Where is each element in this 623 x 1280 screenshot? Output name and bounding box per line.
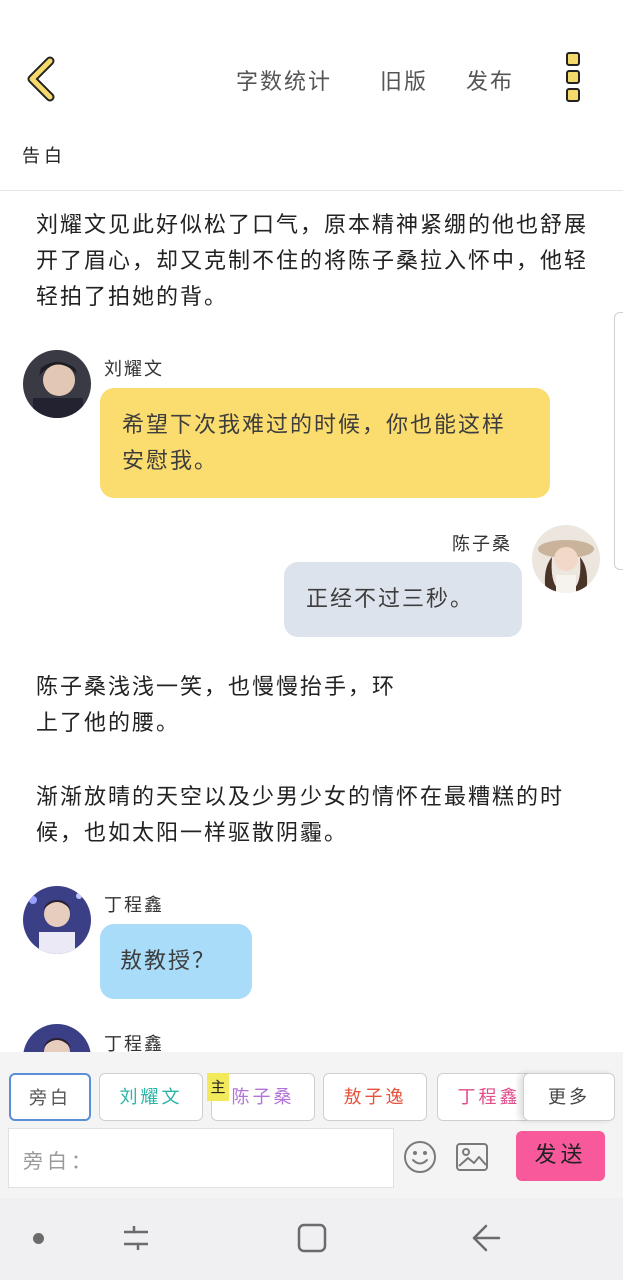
- narration-line: 上了他的腰。: [36, 711, 181, 736]
- input-placeholder: 旁白：: [23, 1149, 95, 1173]
- chat-bubble[interactable]: 敖教授？: [100, 924, 252, 999]
- document-title: 告白: [22, 146, 66, 167]
- back-button[interactable]: [22, 55, 62, 103]
- old-version-button[interactable]: 旧版: [380, 64, 428, 96]
- back-nav-icon[interactable]: [470, 1222, 502, 1254]
- chat-bubble[interactable]: 正经不过三秒。: [284, 562, 522, 637]
- divider: [0, 190, 623, 191]
- emoji-icon[interactable]: [403, 1140, 437, 1174]
- narration-paragraph: 渐渐放晴的天空以及少男少女的情怀在最糟糕的时候，也如太阳一样驱散阴霾。: [36, 785, 565, 846]
- avatar[interactable]: [532, 525, 600, 593]
- role-chip-narrator[interactable]: 旁白: [9, 1073, 91, 1121]
- message-input[interactable]: 旁白：: [8, 1128, 394, 1188]
- narration-line: 陈子桑浅浅一笑，也慢慢抬手，环: [36, 675, 397, 700]
- chevron-left-icon: [27, 56, 55, 102]
- sender-name: 刘耀文: [104, 359, 164, 380]
- chat-bubble[interactable]: 希望下次我难过的时候，你也能这样安慰我。: [100, 388, 550, 498]
- scroll-handle[interactable]: [614, 312, 623, 570]
- avatar[interactable]: [23, 350, 91, 418]
- send-button[interactable]: 发送: [516, 1131, 605, 1181]
- sender-name: 丁程鑫: [104, 895, 164, 916]
- role-chip-liu-yaowen[interactable]: 刘耀文: [99, 1073, 203, 1121]
- role-chip-ao-ziyi[interactable]: 敖子逸: [323, 1073, 427, 1121]
- narration-paragraph: 刘耀文见此好似松了口气，原本精神紧绷的他也舒展开了眉心，却又克制不住的将陈子桑拉…: [36, 213, 589, 310]
- main-role-badge: 主: [207, 1073, 229, 1101]
- avatar-photo: [23, 886, 91, 954]
- avatar[interactable]: [23, 886, 91, 954]
- sender-name: 陈子桑: [452, 534, 512, 555]
- image-icon[interactable]: [455, 1141, 489, 1173]
- home-icon[interactable]: [296, 1222, 328, 1254]
- avatar-photo: [532, 525, 600, 593]
- publish-button[interactable]: 发布: [466, 64, 514, 96]
- recent-apps-icon[interactable]: [120, 1222, 152, 1254]
- more-roles-button[interactable]: 更多: [523, 1073, 615, 1121]
- avatar-photo: [23, 350, 91, 418]
- word-count-button[interactable]: 字数统计: [236, 64, 332, 96]
- more-options-icon[interactable]: [560, 52, 586, 104]
- dot-icon[interactable]: [33, 1233, 44, 1244]
